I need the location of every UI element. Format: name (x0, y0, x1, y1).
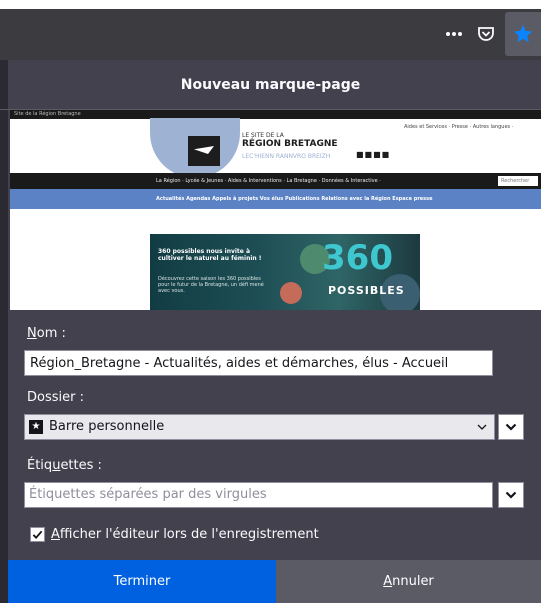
name-input[interactable]: Région_Bretagne - Actualités, aides et d… (24, 350, 493, 376)
preview-site-line3: LEC'HIENN RANNVRO BREIZH (242, 153, 331, 160)
preview-site-line2: RÉGION BRETAGNE (242, 139, 338, 149)
panel-title: Nouveau marque-page (180, 77, 361, 93)
folder-select-value: Barre personnelle (49, 419, 165, 434)
tags-label: Étiquettes : (27, 458, 102, 473)
preview-banner: 360 possibles nous invite à cultiver le … (150, 234, 420, 310)
preview-banner-heading: 360 possibles nous invite à cultiver le … (158, 248, 262, 262)
cancel-button[interactable]: Annuler (276, 560, 541, 603)
more-horizontal-icon[interactable] (438, 18, 470, 50)
chevron-down-icon (505, 491, 517, 499)
preview-top-links: Aides et Services · Presse · Autres lang… (404, 124, 514, 130)
page-preview-thumbnail: Site de la Région Bretagne LE SITE DE LA… (10, 110, 541, 310)
show-editor-label: Afficher l'éditeur lors de l'enregistrem… (51, 526, 319, 542)
chevron-down-icon (505, 423, 517, 431)
preview-logo (188, 136, 220, 166)
folder-select[interactable]: ★ Barre personnelle (24, 414, 495, 440)
folder-label: Dossier : (27, 390, 84, 405)
preview-banner-360: 360 (322, 238, 393, 278)
show-editor-checkbox[interactable] (30, 526, 45, 542)
preview-url-bar: Site de la Région Bretagne (10, 110, 541, 119)
tags-input[interactable]: Étiquettes séparées par des virgules (24, 482, 493, 508)
panel-edge (0, 60, 8, 603)
checkmark-icon (32, 530, 43, 539)
bookmarks-toolbar-icon: ★ (29, 420, 43, 434)
preview-main-nav-text: La Région · Lycée & Jeunes · Aides & Int… (156, 178, 381, 184)
preview-main-nav: La Région · Lycée & Jeunes · Aides & Int… (10, 173, 541, 189)
preview-banner-text: Découvrez cette saison les 360 possibles… (158, 276, 264, 294)
preview-site-line1: LE SITE DE LA (242, 132, 284, 139)
preview-secondary-nav-text: Actualités Agendas Appels à projets Vos … (156, 196, 433, 202)
bookmark-panel: Nouveau marque-page Site de la Région Br… (0, 60, 541, 603)
expand-folder-tree-button[interactable] (498, 414, 524, 440)
preview-social-icons: ■■■■ (356, 150, 391, 159)
browser-toolbar (0, 0, 541, 60)
done-button[interactable]: Terminer (8, 560, 276, 603)
bookmark-star-icon[interactable] (505, 12, 541, 56)
name-label: Nom : (27, 326, 66, 341)
expand-tags-button[interactable] (498, 482, 524, 508)
chevron-down-icon (477, 424, 487, 430)
preview-banner-possibles: POSSIBLES (328, 284, 405, 297)
show-editor-option[interactable]: Afficher l'éditeur lors de l'enregistrem… (30, 524, 319, 544)
preview-secondary-nav: Actualités Agendas Appels à projets Vos … (10, 189, 541, 209)
pocket-icon[interactable] (470, 18, 502, 50)
preview-search: Rechercher (498, 176, 538, 186)
